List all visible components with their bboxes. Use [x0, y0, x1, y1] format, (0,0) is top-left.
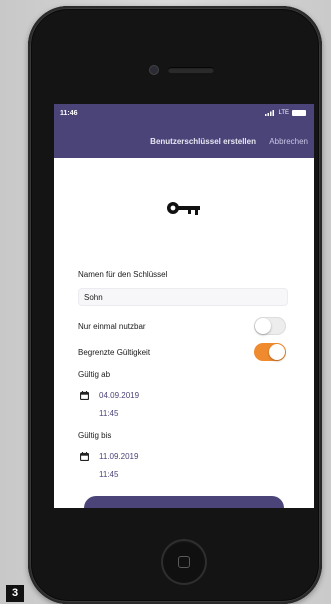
camera-icon — [150, 66, 158, 74]
status-indicators: LTE — [265, 110, 306, 116]
signal-icon — [265, 110, 275, 116]
name-input-value: Sohn — [84, 293, 103, 302]
single-use-toggle[interactable] — [254, 317, 286, 335]
limited-validity-toggle[interactable] — [254, 343, 286, 361]
calendar-icon — [80, 391, 89, 400]
speaker-grill — [168, 67, 214, 73]
page-title: Benutzerschlüssel erstellen — [150, 137, 256, 146]
header-bar: 11:46 LTE Benutzerschlüssel erstellen Ab… — [54, 104, 314, 158]
create-key-button[interactable] — [84, 496, 284, 508]
battery-icon — [292, 110, 306, 116]
network-label: LTE — [278, 110, 289, 116]
key-icon — [167, 202, 200, 215]
home-button[interactable] — [161, 539, 207, 585]
calendar-icon — [80, 452, 89, 461]
toggle-knob — [255, 318, 271, 334]
cancel-button[interactable]: Abbrechen — [269, 137, 308, 146]
valid-from-label: Gültig ab — [78, 370, 111, 379]
app-screen: 11:46 LTE Benutzerschlüssel erstellen Ab… — [54, 104, 314, 508]
valid-until-label: Gültig bis — [78, 431, 112, 440]
limited-validity-label: Begrenzte Gültigkeit — [78, 348, 151, 357]
toggle-knob — [269, 344, 285, 360]
valid-until-time[interactable]: 11:45 — [99, 470, 118, 479]
figure-number: 3 — [6, 585, 24, 602]
name-label: Namen für den Schlüssel — [78, 270, 168, 279]
valid-until-date[interactable]: 11.09.2019 — [99, 452, 138, 461]
name-input[interactable]: Sohn — [78, 288, 288, 306]
status-time: 11:46 — [60, 110, 78, 117]
valid-from-date[interactable]: 04.09.2019 — [99, 391, 139, 400]
valid-from-time[interactable]: 11:45 — [99, 409, 118, 418]
single-use-label: Nur einmal nutzbar — [78, 322, 146, 331]
home-button-icon — [178, 556, 190, 568]
